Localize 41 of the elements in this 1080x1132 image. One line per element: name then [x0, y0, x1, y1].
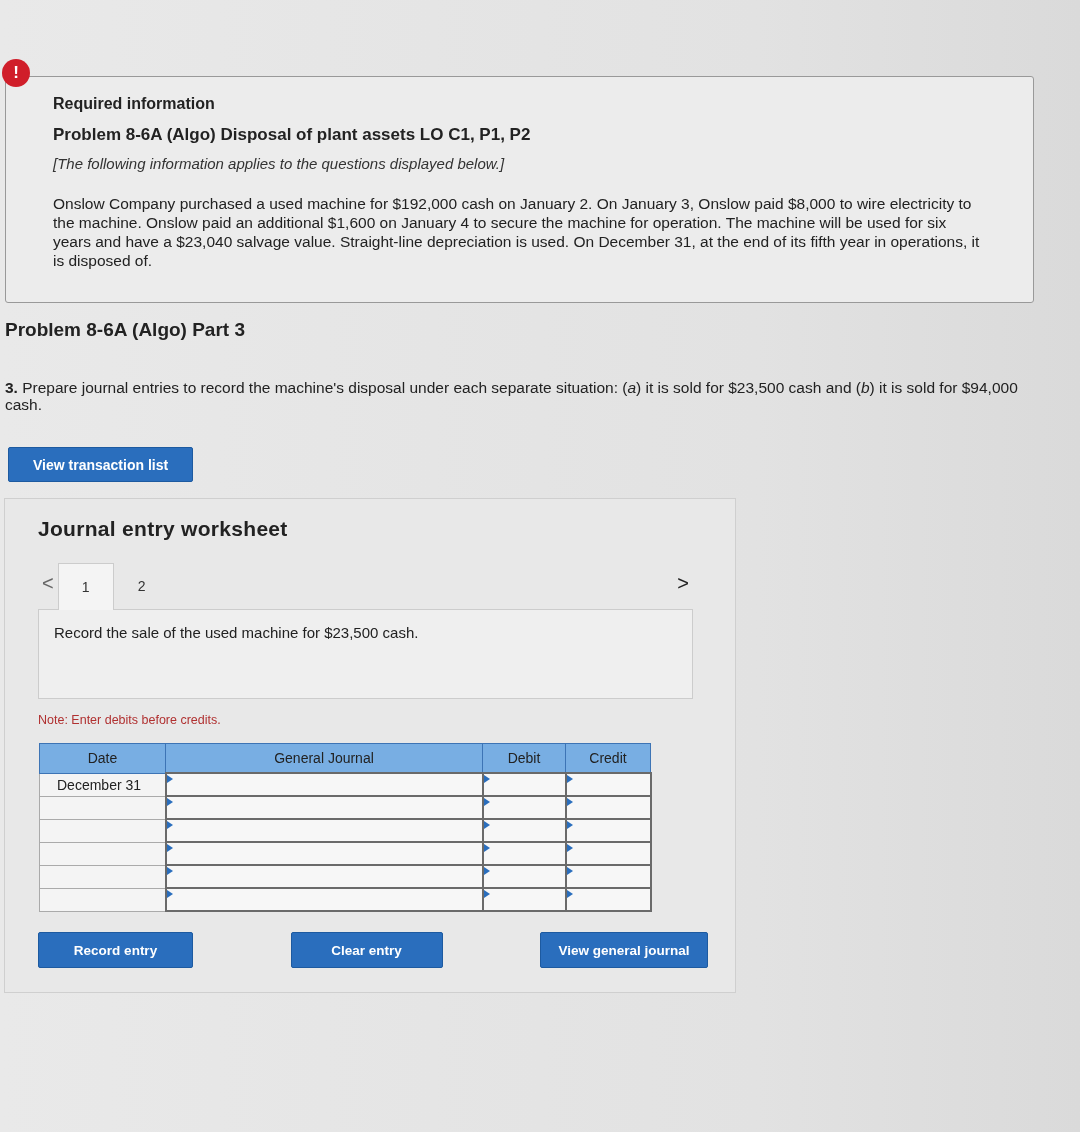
previous-button[interactable]: < — [38, 571, 58, 595]
entry-tab[interactable]: 2 — [113, 563, 170, 609]
input-field[interactable] — [483, 866, 565, 887]
column-header: General Journal — [165, 743, 483, 773]
input-field[interactable] — [483, 889, 565, 910]
view-transaction-list-button[interactable]: View transaction list — [8, 447, 194, 482]
action-button[interactable]: View general journal — [540, 932, 708, 968]
column-header: Debit — [482, 743, 566, 773]
input-field[interactable] — [166, 889, 482, 910]
input-field[interactable] — [483, 820, 565, 841]
input-field[interactable] — [566, 843, 650, 864]
problem-title: Problem 8-6A (Algo) Disposal of plant assets LO C1, P1, P2 — [53, 125, 532, 145]
section-heading: Required information — [53, 95, 216, 113]
input-field[interactable] — [566, 820, 650, 841]
input-field[interactable] — [166, 866, 482, 887]
problem-text: Onslow Company purchased a used machine for $192,000 cash on January 2. On January 3, Onslow paid $8,000 to wire electricity to the machine. Onslow paid an additional $1,600 on January 4 to secure the machine for operation. The machine will be used for six years and have a $23,040 salvage value. Straight-line depreciation is used. On December 31, at the end of its fifth year in operations, it is disposed of. — [53, 194, 981, 270]
column-header: Date — [39, 743, 166, 773]
input-field[interactable] — [166, 797, 482, 818]
input-field[interactable] — [566, 866, 650, 887]
input-field[interactable] — [166, 843, 482, 864]
input-field[interactable] — [566, 889, 650, 910]
info-note: [The following information applies to the questions displayed below.] — [53, 155, 506, 172]
next-button[interactable]: > — [673, 571, 693, 595]
input-field[interactable] — [566, 774, 650, 795]
entry-tab[interactable]: 1 — [57, 563, 114, 610]
input-field[interactable] — [166, 820, 482, 841]
date-cell: December 31 — [39, 773, 166, 796]
action-button[interactable]: Clear entry — [290, 932, 443, 968]
instruction-text: Record the sale of the used machine for $23,500 cash. — [38, 609, 693, 699]
note-text: Note: Enter debits before credits. — [38, 713, 222, 727]
input-field[interactable] — [483, 774, 565, 795]
input-field[interactable] — [566, 797, 650, 818]
action-button[interactable]: Record entry — [38, 932, 193, 968]
part-title: Problem 8-6A (Algo) Part 3 — [5, 319, 246, 341]
column-header: Credit — [565, 743, 651, 773]
worksheet-title: Journal entry worksheet — [38, 517, 289, 541]
input-field[interactable] — [166, 774, 482, 795]
alert-icon: ! — [2, 59, 30, 87]
input-field[interactable] — [483, 843, 565, 864]
input-field[interactable] — [483, 797, 565, 818]
question-text: 3. Prepare journal entries to record the machine's disposal under each separate situation: (a) it is sold for $23,500 cash and (b) it is sold for $94,000 cash. — [5, 379, 1019, 413]
